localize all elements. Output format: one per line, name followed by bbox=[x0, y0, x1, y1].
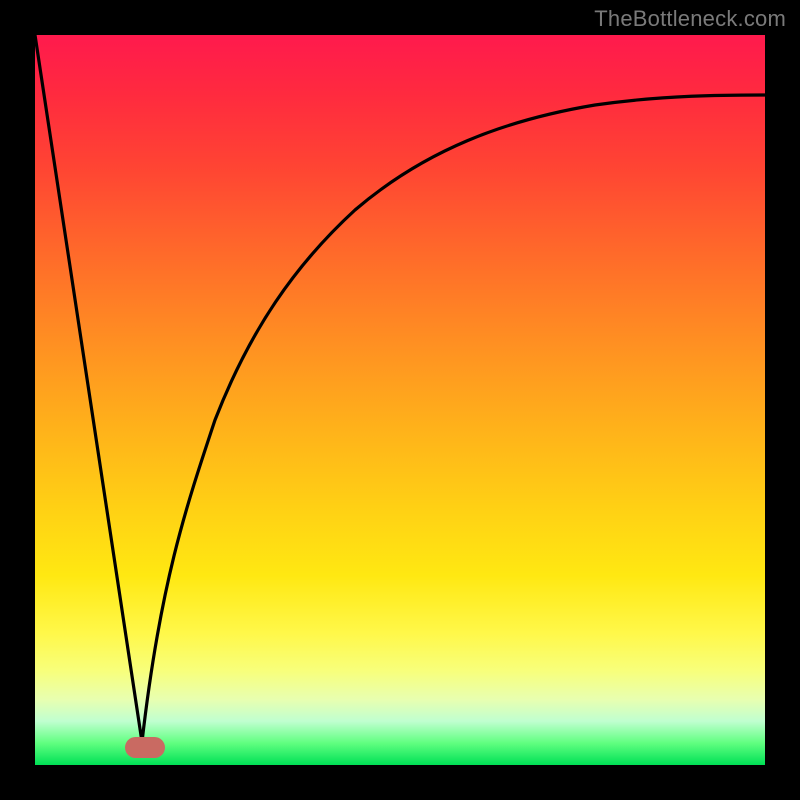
bottleneck-curve bbox=[35, 35, 765, 765]
plot-area bbox=[35, 35, 765, 765]
curve-path bbox=[35, 35, 765, 742]
minimum-marker bbox=[125, 737, 165, 758]
watermark-text: TheBottleneck.com bbox=[594, 6, 786, 32]
chart-frame: TheBottleneck.com bbox=[0, 0, 800, 800]
